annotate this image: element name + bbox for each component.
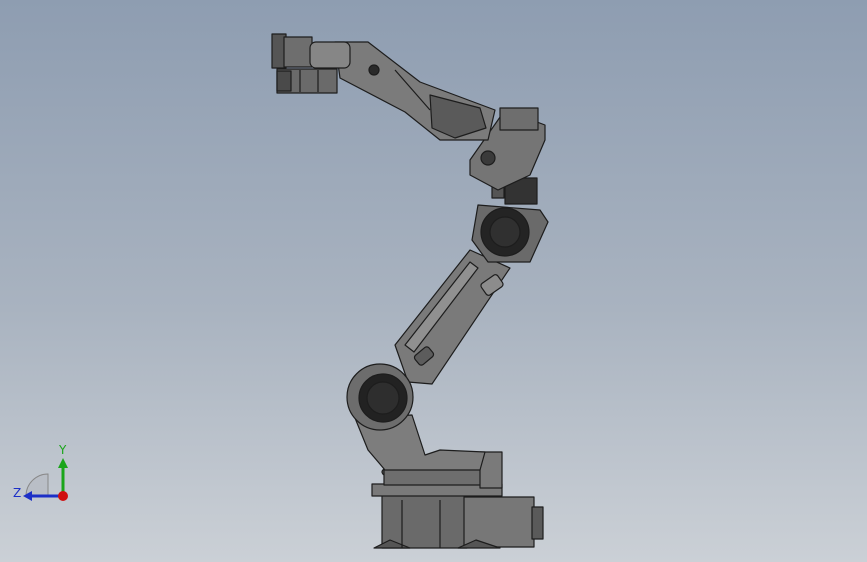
robot-lower-arm: [394, 249, 511, 385]
y-axis-arrowhead: [58, 458, 68, 468]
elbow-joint: [471, 177, 549, 263]
robot-wrist-flange: [271, 33, 351, 94]
y-axis-label: Y: [58, 443, 67, 457]
robot-arm-model[interactable]: [0, 0, 867, 562]
robot-base: [371, 483, 544, 549]
orientation-triad: Y Z: [13, 443, 68, 501]
graphics-viewport[interactable]: Y Z: [0, 0, 867, 562]
shoulder-joint: [346, 363, 414, 431]
x-axis-dot: [58, 491, 68, 501]
z-axis-label: Z: [13, 486, 21, 500]
robot-upper-arm: [334, 41, 496, 141]
